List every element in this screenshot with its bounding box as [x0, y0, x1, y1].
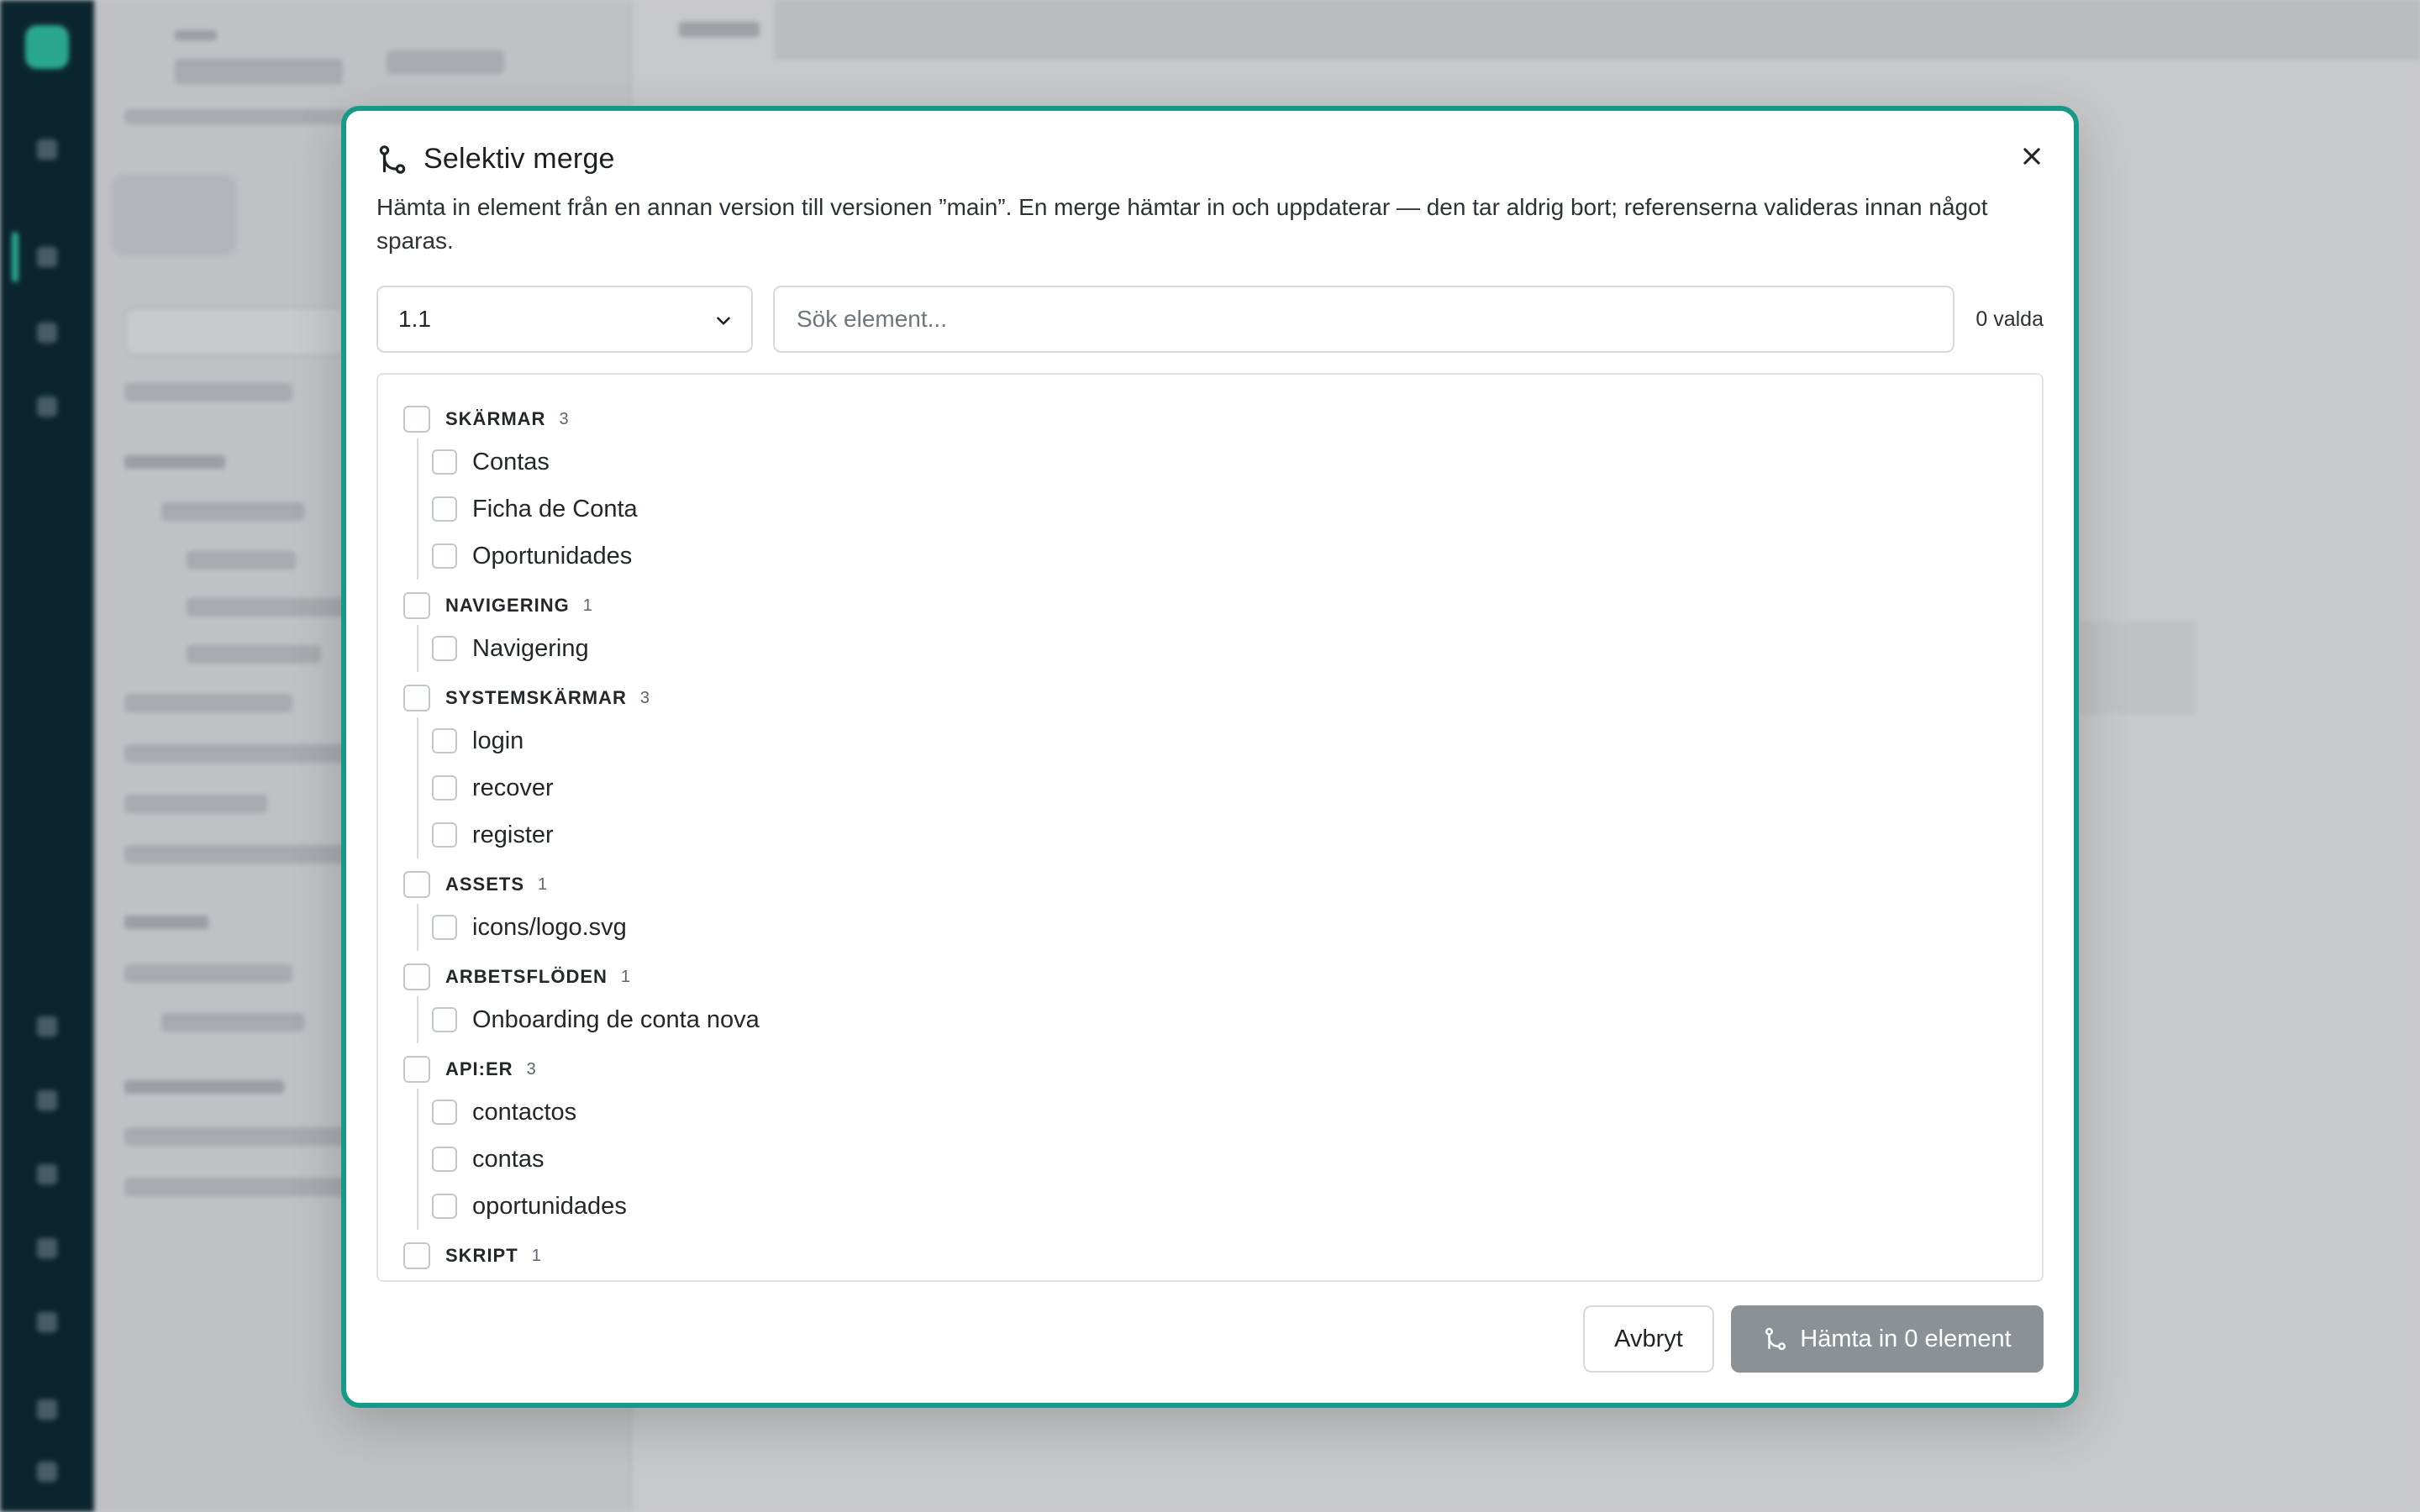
dialog-footer: Avbryt Hämta in 0 element [1583, 1305, 2044, 1373]
group-checkbox[interactable] [403, 1056, 430, 1083]
arrow-icon [37, 396, 57, 417]
selected-count: 0 valda [1975, 307, 2044, 331]
group-label: SYSTEMSKÄRMAR [445, 687, 627, 708]
item-checkbox[interactable] [432, 449, 457, 475]
group-system-screens: SYSTEMSKÄRMAR 3 login recover register [403, 679, 2042, 858]
item-checkbox[interactable] [432, 636, 457, 661]
item-label: login [472, 727, 524, 754]
grid-icon [37, 139, 57, 160]
group-navigation: NAVIGERING 1 Navigering [403, 586, 2042, 672]
item-checkbox[interactable] [432, 1147, 457, 1172]
list-item[interactable]: contactos [432, 1089, 2042, 1136]
item-checkbox[interactable] [432, 496, 457, 522]
item-label: register [472, 821, 554, 848]
send-icon [37, 1016, 57, 1037]
list-item[interactable]: Oportunidades [432, 533, 2042, 580]
selective-merge-dialog: Selektiv merge Hämta in element från en … [341, 106, 2079, 1408]
group-scripts: SKRIPT 1 [403, 1236, 2042, 1275]
help-icon [37, 1312, 57, 1332]
group-label: SKRIPT [445, 1245, 518, 1266]
list-item[interactable]: register [432, 811, 2042, 858]
dialog-title: Selektiv merge [424, 143, 615, 175]
merge-button[interactable]: Hämta in 0 element [1731, 1305, 2044, 1373]
list-item[interactable]: recover [432, 764, 2042, 811]
list-item[interactable]: Navigering [432, 625, 2042, 672]
group-checkbox[interactable] [403, 963, 430, 990]
git-merge-icon [379, 144, 406, 174]
group-label: ARBETSFLÖDEN [445, 966, 608, 987]
list-item[interactable]: Onboarding de conta nova [432, 996, 2042, 1043]
group-count: 3 [526, 1059, 536, 1079]
group-checkbox[interactable] [403, 406, 430, 433]
group-count: 1 [582, 596, 592, 615]
settings-icon [37, 1399, 57, 1420]
group-count: 1 [620, 967, 631, 986]
item-checkbox[interactable] [432, 1007, 457, 1032]
rocket-icon [37, 323, 57, 343]
group-count: 1 [538, 874, 548, 894]
merge-button-label: Hämta in 0 element [1800, 1325, 2012, 1352]
item-checkbox[interactable] [432, 728, 457, 753]
dialog-header: Selektiv merge Hämta in element från en … [376, 143, 2044, 258]
logout-icon [37, 1462, 57, 1482]
version-select[interactable]: 1.1 [376, 286, 753, 353]
list-item[interactable]: login [432, 717, 2042, 764]
team-icon [37, 1090, 57, 1110]
filter-controls: 1.1 0 valda [376, 286, 2044, 353]
item-label: Onboarding de conta nova [472, 1005, 760, 1033]
item-label: icons/logo.svg [472, 913, 627, 941]
list-item[interactable]: Ficha de Conta [432, 486, 2042, 533]
group-count: 3 [639, 688, 650, 707]
item-checkbox[interactable] [432, 1100, 457, 1125]
version-select-value: 1.1 [398, 306, 431, 332]
item-label: Oportunidades [472, 542, 633, 570]
group-label: NAVIGERING [445, 595, 570, 616]
list-item[interactable]: Contas [432, 438, 2042, 486]
cancel-button[interactable]: Avbryt [1583, 1305, 1714, 1373]
list-item[interactable]: oportunidades [432, 1183, 2042, 1230]
app-rail [0, 0, 94, 1512]
chevron-down-icon [717, 317, 730, 325]
item-checkbox[interactable] [432, 915, 457, 940]
group-assets: ASSETS 1 icons/logo.svg [403, 865, 2042, 951]
item-label: recover [472, 774, 554, 801]
close-icon [2023, 148, 2040, 165]
item-label: oportunidades [472, 1192, 627, 1220]
item-label: Ficha de Conta [472, 495, 638, 522]
element-tree[interactable]: SKÄRMAR 3 Contas Ficha de Conta Oportuni… [376, 373, 2044, 1282]
dialog-description: Hämta in element från en annan version t… [376, 194, 1988, 254]
group-apis: API:ER 3 contactos contas oportunidades [403, 1050, 2042, 1230]
app-logo [25, 25, 69, 69]
group-checkbox[interactable] [403, 685, 430, 711]
list-item[interactable]: icons/logo.svg [432, 904, 2042, 951]
users-icon [37, 247, 57, 267]
item-checkbox[interactable] [432, 775, 457, 801]
group-checkbox[interactable] [403, 592, 430, 619]
group-workflows: ARBETSFLÖDEN 1 Onboarding de conta nova [403, 958, 2042, 1043]
item-checkbox[interactable] [432, 1194, 457, 1219]
item-label: contactos [472, 1098, 577, 1126]
group-screens: SKÄRMAR 3 Contas Ficha de Conta Oportuni… [403, 400, 2042, 580]
close-button[interactable] [2015, 139, 2049, 173]
git-merge-icon [1765, 1327, 1786, 1351]
list-item[interactable]: contas [432, 1136, 2042, 1183]
group-label: SKÄRMAR [445, 408, 546, 429]
group-label: ASSETS [445, 874, 525, 895]
group-count: 1 [531, 1246, 541, 1265]
key-icon [37, 1164, 57, 1184]
group-checkbox[interactable] [403, 1242, 430, 1269]
info-icon [37, 1238, 57, 1258]
item-label: Navigering [472, 634, 589, 662]
group-label: API:ER [445, 1058, 513, 1079]
item-checkbox[interactable] [432, 822, 457, 848]
group-checkbox[interactable] [403, 871, 430, 898]
element-search-input[interactable] [773, 286, 1954, 353]
group-count: 3 [559, 409, 569, 428]
item-checkbox[interactable] [432, 543, 457, 569]
item-label: contas [472, 1145, 544, 1173]
rail-active-indicator [12, 232, 18, 282]
item-label: Contas [472, 448, 550, 475]
